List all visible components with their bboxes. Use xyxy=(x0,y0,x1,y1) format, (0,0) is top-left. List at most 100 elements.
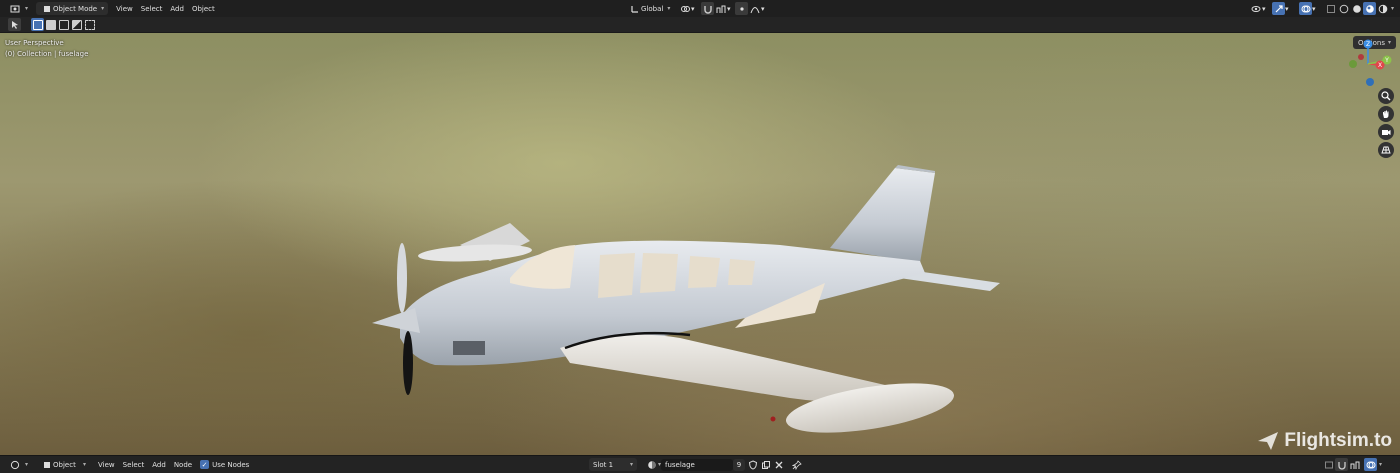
watermark-text: Flightsim.to xyxy=(1284,430,1392,451)
propeller-blade-top xyxy=(397,243,407,313)
shader-type-dropdown[interactable]: Object ▾ xyxy=(36,458,90,471)
menu-view[interactable]: View xyxy=(94,458,119,471)
editor-type-dropdown[interactable]: ▾ xyxy=(4,458,32,471)
shader-type-label: Object xyxy=(53,460,76,469)
select-subtract-icon[interactable] xyxy=(57,18,70,31)
propeller-blade-bottom xyxy=(403,331,413,395)
neg-z-axis-icon[interactable] xyxy=(1366,78,1374,86)
pivot-icon xyxy=(678,2,691,15)
proportional-edit-icon xyxy=(735,2,748,15)
3d-viewport[interactable]: User Perspective (0) Collection | fusela… xyxy=(0,33,1400,455)
overlays-icon xyxy=(1299,2,1312,15)
mode-dropdown[interactable]: Object Mode ▾ xyxy=(36,2,109,15)
overlays-icon[interactable] xyxy=(1364,458,1377,471)
pan-hand-icon[interactable] xyxy=(1378,106,1394,122)
viewport-info: User Perspective (0) Collection | fusela… xyxy=(5,38,88,60)
backdrop-icon[interactable] xyxy=(1322,458,1335,471)
fake-user-shield-icon[interactable] xyxy=(746,458,759,471)
gizmo-toggle[interactable]: ▾ xyxy=(1268,2,1293,15)
use-nodes-toggle[interactable]: ✓ Use Nodes xyxy=(196,458,253,471)
snap-toggle[interactable]: ▾ xyxy=(697,2,735,15)
menu-node[interactable]: Node xyxy=(170,458,196,471)
collection-label: (0) Collection | fuselage xyxy=(5,50,89,58)
wireframe-shading-icon[interactable] xyxy=(1337,2,1350,15)
rendered-shading-icon[interactable] xyxy=(1376,2,1389,15)
unlink-close-icon[interactable] xyxy=(772,458,785,471)
navigation-gizmo[interactable]: Z X Y xyxy=(1343,39,1393,89)
chevron-down-icon: ▾ xyxy=(629,461,633,468)
x-axis-label: X xyxy=(1378,62,1382,69)
zoom-icon[interactable] xyxy=(1378,88,1394,104)
visibility-dropdown[interactable]: ▾ xyxy=(1245,2,1270,15)
paper-plane-icon xyxy=(1258,432,1279,450)
chevron-down-icon: ▾ xyxy=(101,5,105,12)
material-name-field[interactable]: fuselage xyxy=(661,458,733,471)
material-sphere-icon xyxy=(645,458,658,471)
magnet-icon xyxy=(701,2,714,15)
menu-view[interactable]: View xyxy=(112,2,137,15)
cowling-vent xyxy=(453,341,485,355)
spinner xyxy=(372,308,420,333)
select-intersect-icon[interactable] xyxy=(83,18,96,31)
select-invert-icon[interactable] xyxy=(70,18,83,31)
material-name: fuselage xyxy=(665,460,695,469)
select-new-icon[interactable] xyxy=(31,18,44,31)
gizmo-icon xyxy=(1272,2,1285,15)
use-nodes-label: Use Nodes xyxy=(212,460,250,469)
snap-magnet-icon[interactable] xyxy=(1335,458,1348,471)
bottom-right-tools: ▾ xyxy=(1322,458,1382,471)
object-mode-icon xyxy=(40,2,53,15)
snap-target-icon[interactable] xyxy=(1348,458,1361,471)
select-extend-icon[interactable] xyxy=(44,18,57,31)
chevron-down-icon[interactable]: ▾ xyxy=(1391,5,1394,12)
chevron-down-icon: ▾ xyxy=(1285,4,1289,13)
chevron-down-icon: ▾ xyxy=(761,4,765,13)
checkbox-icon[interactable]: ✓ xyxy=(200,460,210,469)
menu-add[interactable]: Add xyxy=(166,2,188,15)
user-count[interactable]: 9 xyxy=(733,458,745,471)
cabin-window xyxy=(688,256,720,288)
pin-button[interactable] xyxy=(786,458,807,471)
pin-icon xyxy=(790,458,803,471)
proportional-editing-toggle[interactable]: ▾ xyxy=(731,2,769,15)
overlays-toggle[interactable]: ▾ xyxy=(1295,2,1320,15)
pivot-point-dropdown[interactable]: ▾ xyxy=(674,2,699,15)
tool-header xyxy=(0,17,1400,33)
falloff-curve-icon[interactable] xyxy=(748,2,761,15)
far-wing-tip-tank xyxy=(418,244,532,262)
solid-shading-icon[interactable] xyxy=(1350,2,1363,15)
airplane-model[interactable] xyxy=(360,123,1020,443)
cabin-window xyxy=(598,253,635,298)
vertical-stabilizer xyxy=(830,168,935,263)
chevron-down-icon: ▾ xyxy=(691,4,695,13)
menu-add[interactable]: Add xyxy=(148,458,170,471)
snap-target-icon[interactable] xyxy=(714,2,727,15)
perspective-label: User Perspective xyxy=(5,39,64,47)
y-axis-label: Y xyxy=(1384,57,1389,64)
neg-x-axis-icon[interactable] xyxy=(1358,54,1364,60)
shader-editor-header: ▾ Object ▾ View Select Add Node ✓ Use No… xyxy=(0,455,1400,473)
menu-select[interactable]: Select xyxy=(119,458,149,471)
cabin-window xyxy=(640,253,678,293)
transform-orientation-dropdown[interactable]: Global ▾ xyxy=(624,2,674,15)
duplicate-material-icon[interactable] xyxy=(759,458,772,471)
chevron-down-icon: ▾ xyxy=(25,5,29,12)
cabin-window xyxy=(728,259,755,285)
camera-view-icon[interactable] xyxy=(1378,124,1394,140)
chevron-down-icon: ▾ xyxy=(667,5,671,12)
slot-dropdown[interactable]: Slot 1 ▾ xyxy=(589,458,637,471)
slot-label: Slot 1 xyxy=(593,460,614,469)
chevron-down-icon: ▾ xyxy=(1312,4,1316,13)
orientation-icon xyxy=(628,2,641,15)
grid-projection-icon[interactable] xyxy=(1378,142,1394,158)
active-tool-button[interactable] xyxy=(4,18,25,31)
z-axis-label: Z xyxy=(1366,41,1370,48)
menu-select[interactable]: Select xyxy=(137,2,167,15)
menu-object[interactable]: Object xyxy=(188,2,219,15)
editor-type-dropdown[interactable]: ▾ xyxy=(4,2,32,15)
object-icon xyxy=(40,458,53,471)
top-header: ▾ Object Mode ▾ View Select Add Object G… xyxy=(0,0,1400,17)
neg-y-axis-icon[interactable] xyxy=(1349,60,1357,68)
chevron-down-icon[interactable]: ▾ xyxy=(1379,461,1382,468)
material-preview-shading-icon[interactable] xyxy=(1363,2,1376,15)
